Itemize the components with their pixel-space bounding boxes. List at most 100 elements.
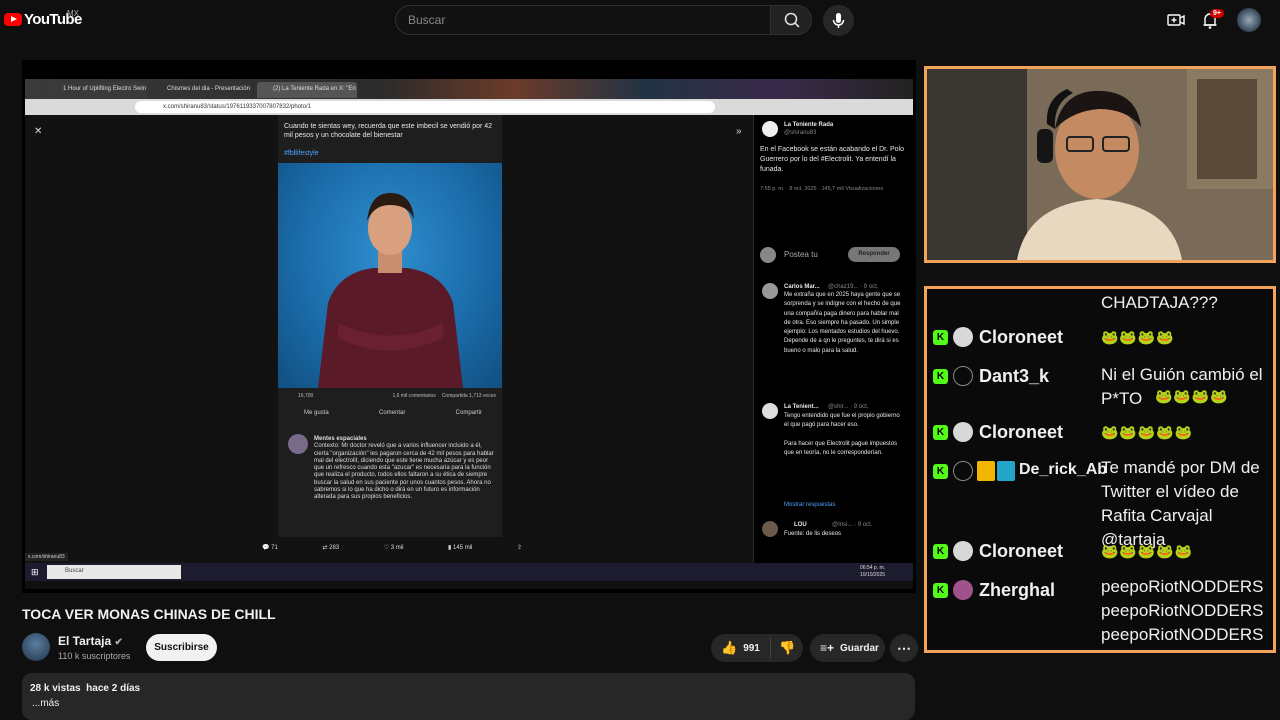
browser-tab-3[interactable]: (2) La Teniente Rada en X: "En e <box>257 82 357 98</box>
browser-tab-1[interactable]: 1 Hour of Uplifting Electro Swin <box>47 82 147 98</box>
chat-username[interactable]: Cloroneet <box>979 327 1063 348</box>
reply3-meta: @Insi... · 9 oct. <box>832 522 873 528</box>
reply-button[interactable]: Responder <box>848 247 900 262</box>
expand-icon[interactable]: » <box>736 126 742 137</box>
x-conversation-panel: La Teniente Rada @shiranu83 En el Facebo… <box>753 115 913 563</box>
tweet-handle: @shiranu83 <box>784 130 817 136</box>
fb-comment-button[interactable]: Comentar <box>379 410 405 416</box>
chat-username[interactable]: Dant3_k <box>979 366 1049 387</box>
notifications-button[interactable]: 9+ <box>1196 6 1224 34</box>
status-link: x.com/shiranu83 <box>25 553 68 561</box>
chat-text: Te mandé por DM de Twitter el vídeo de R… <box>1101 458 1260 549</box>
create-button[interactable] <box>1162 6 1190 34</box>
masthead: YouTube MX 9+ <box>0 0 1280 56</box>
x-views[interactable]: ▮ 145 mil <box>448 544 472 551</box>
description-box[interactable]: 28 k vistas hace 2 días ...más <box>22 673 915 720</box>
user-avatar <box>953 580 973 600</box>
video-title: TOCA VER MONAS CHINAS DE CHILL <box>22 606 276 622</box>
upload-age: hace 2 días <box>86 683 141 694</box>
like-dislike-group: 👍 991 👎 <box>711 634 803 662</box>
dislike-button[interactable]: 👎 <box>771 640 795 656</box>
save-label: Guardar <box>840 642 879 654</box>
reply-input[interactable]: Postea tu <box>784 251 818 259</box>
windows-start-icon[interactable]: ⊞ <box>31 567 39 578</box>
fb-comment: Mentes espaciales Contexto: Mr doctor re… <box>284 432 496 537</box>
view-count: 28 k vistas <box>30 683 81 694</box>
taskbar-clock: 06:54 p. m. 10/10/2025 <box>860 565 885 579</box>
fb-share-button[interactable]: Compartir <box>456 410 496 416</box>
thumbs-down-icon: 👎 <box>779 640 796 655</box>
channel-avatar[interactable] <box>22 633 50 661</box>
show-replies-link[interactable]: Mostrar respuestas <box>784 501 835 509</box>
close-icon[interactable]: ✕ <box>34 126 42 137</box>
chat-top-text: CHADTAJA??? <box>1101 293 1218 312</box>
save-button[interactable]: ≡+ Guardar <box>810 634 885 662</box>
chat-emotes: 🐸🐸🐸🐸🐸 <box>1101 424 1194 440</box>
reply2-text: Tengo entendido que fue el propio gobier… <box>784 413 900 457</box>
x-views-count: 145 mil <box>453 545 473 551</box>
show-more-link[interactable]: ...más <box>30 698 907 709</box>
kick-badge-icon: K <box>933 330 948 345</box>
fb-actions: Me gusta Comentar Compartir <box>284 410 496 416</box>
channel-name[interactable]: El Tartaja ✔ <box>58 634 123 648</box>
chat-username[interactable]: De_rick_Ab <box>1019 461 1107 479</box>
kick-badge-icon: K <box>933 544 948 559</box>
subscribe-button[interactable]: Suscribirse <box>146 634 217 661</box>
user-avatar <box>953 327 973 347</box>
x-retweets-count: 283 <box>329 545 340 551</box>
more-actions-button[interactable]: ⋯ <box>890 634 918 662</box>
like-button[interactable]: 👍 991 <box>711 638 771 658</box>
thumbs-up-icon: 👍 <box>721 640 738 655</box>
url-field[interactable]: x.com/shiranu83/status/19761193370078078… <box>135 101 715 113</box>
reply2-avatar <box>762 403 778 419</box>
tweet-text: En el Facebook se están acabando el Dr. … <box>760 146 904 173</box>
chat-emotes: 🐸🐸🐸🐸 <box>1155 388 1229 404</box>
x-replies-count: 71 <box>271 545 278 551</box>
fb-shares: Compartida 1,713 veces <box>441 393 496 399</box>
reply2-author[interactable]: La Tenient... <box>784 403 819 411</box>
tweet-author-avatar <box>762 121 778 137</box>
chat-username[interactable]: Cloroneet <box>979 541 1063 562</box>
x-retweets[interactable]: ⇄ 283 <box>322 544 339 551</box>
taskbar-search[interactable]: Buscar <box>47 565 181 579</box>
sub-badge-icon <box>997 461 1015 481</box>
search-input[interactable] <box>408 13 771 27</box>
my-avatar <box>760 247 776 263</box>
clock-date: 10/10/2025 <box>860 572 886 578</box>
search-box[interactable] <box>395 5 771 35</box>
chat-username[interactable]: Cloroneet <box>979 422 1063 443</box>
voice-search-button[interactable] <box>823 5 854 36</box>
kick-badge-icon: K <box>933 583 948 598</box>
fb-like-button[interactable]: Me gusta <box>284 410 329 416</box>
chat-emotes: 🐸🐸🐸🐸🐸 <box>1101 543 1194 559</box>
x-replies[interactable]: 💬 71 <box>262 544 278 551</box>
browser-tab-2[interactable]: Chismes del dia - Presentación <box>151 82 251 98</box>
x-share-icon[interactable]: ⇪ <box>517 544 522 551</box>
account-avatar[interactable] <box>1237 8 1261 32</box>
comment-body: Contexto: Mr doctor reveló que a varios … <box>314 443 494 501</box>
post-text: Cuando te sientas wey, recuerda que este… <box>284 123 493 139</box>
tweet-time: 7:55 p. m. · 8 oct. 2025 · 145,7 mil Vis… <box>760 186 884 192</box>
post-hashtag[interactable]: #fbllifestyle <box>284 150 319 157</box>
tweet-author[interactable]: La Teniente Rada <box>784 121 833 129</box>
browser-tab-strip: 1 Hour of Uplifting Electro Swin Chismes… <box>25 79 913 99</box>
x-likes[interactable]: ♡ 3 mil <box>384 544 404 551</box>
video-player[interactable]: 1 Hour of Uplifting Electro Swin Chismes… <box>22 60 916 593</box>
x-post-stats: 💬 71 ⇄ 283 ♡ 3 mil ▮ 145 mil ⇪ <box>262 544 522 551</box>
reply1-author[interactable]: Carlos Mar... <box>784 283 820 291</box>
verified-icon: ✔ <box>114 637 123 648</box>
search-button[interactable] <box>770 5 812 35</box>
chat-text: peepoRiotNODDERSpeepoRiotNODDERSpeepoRio… <box>1101 577 1264 644</box>
reply3-author[interactable]: LOU <box>794 521 807 529</box>
subscriber-count: 110 k suscriptores <box>58 651 131 661</box>
streamer-webcam <box>924 66 1276 263</box>
save-playlist-icon: ≡+ <box>820 641 835 655</box>
clock-time: 06:54 p. m. <box>860 565 886 571</box>
channel-name-text: El Tartaja <box>58 634 112 648</box>
chat-username[interactable]: Zherghal <box>979 580 1055 601</box>
search-icon <box>784 12 800 28</box>
more-icon: ⋯ <box>897 639 911 656</box>
kick-badge-icon: K <box>933 425 948 440</box>
kick-badge-icon: K <box>933 369 948 384</box>
browser-address-bar: x.com/shiranu83/status/19761193370078078… <box>25 99 913 115</box>
